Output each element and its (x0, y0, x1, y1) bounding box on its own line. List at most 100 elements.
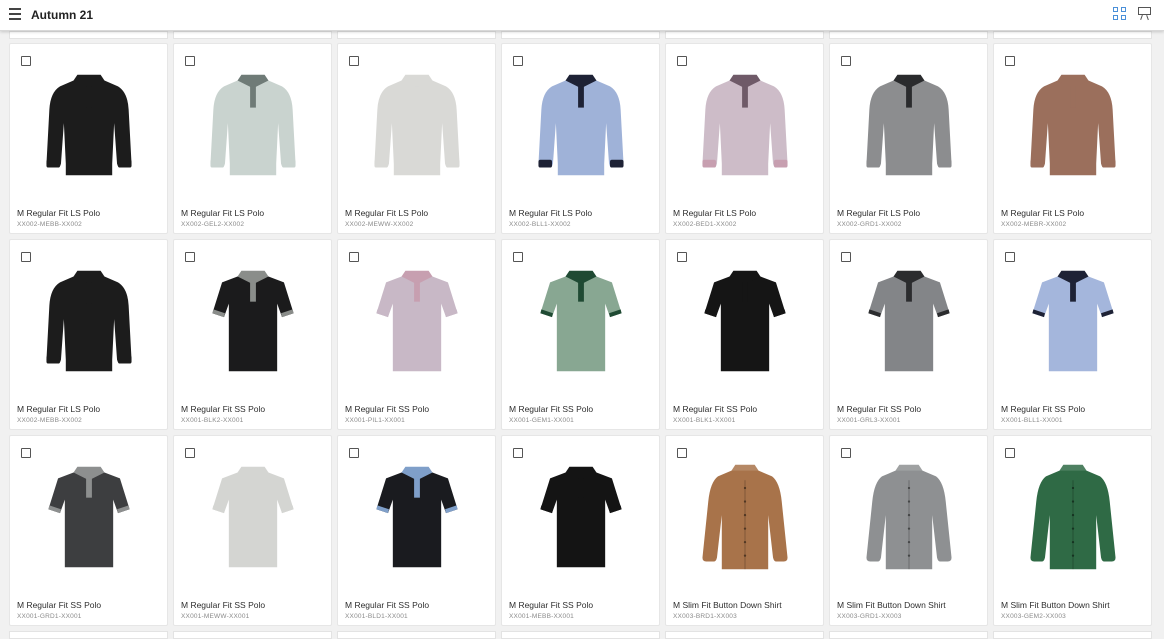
product-card[interactable]: M Regular Fit LS Polo XX002-MEWW-XX002 (337, 43, 496, 234)
select-checkbox[interactable] (1005, 252, 1015, 262)
partial-product-card (501, 631, 660, 639)
product-image[interactable] (359, 66, 475, 184)
product-card[interactable]: M Regular Fit SS Polo XX001-BLL1-XX001 (993, 239, 1152, 430)
product-name: M Regular Fit LS Polo (673, 208, 757, 218)
partial-product-card (829, 631, 988, 639)
product-code: XX002-MEBB-XX002 (17, 221, 82, 228)
product-image[interactable] (31, 262, 147, 380)
product-image[interactable] (851, 262, 967, 380)
product-card[interactable]: M Regular Fit SS Polo XX001-GRD1-XX001 (9, 435, 168, 626)
product-card[interactable]: M Regular Fit SS Polo XX001-BLK1-XX001 (665, 239, 824, 430)
select-checkbox[interactable] (513, 56, 523, 66)
product-name: M Slim Fit Button Down Shirt (1001, 600, 1110, 610)
select-checkbox[interactable] (185, 448, 195, 458)
partial-product-card (829, 31, 988, 39)
product-card[interactable]: M Regular Fit LS Polo XX002-GRD1-XX002 (829, 43, 988, 234)
product-card[interactable]: M Regular Fit SS Polo XX001-GEM1-XX001 (501, 239, 660, 430)
product-card[interactable]: M Slim Fit Button Down Shirt XX003-GEM2-X… (993, 435, 1152, 626)
product-image[interactable] (195, 262, 311, 380)
select-checkbox[interactable] (677, 56, 687, 66)
select-checkbox[interactable] (513, 252, 523, 262)
partial-product-card (9, 631, 168, 639)
product-code: XX003-GRD1-XX003 (837, 613, 902, 620)
select-checkbox[interactable] (185, 56, 195, 66)
product-code: XX002-BED1-XX002 (673, 221, 737, 228)
select-checkbox[interactable] (21, 448, 31, 458)
select-checkbox[interactable] (21, 56, 31, 66)
grid-view-icon[interactable] (1113, 7, 1127, 21)
product-image[interactable] (1015, 458, 1131, 576)
product-name: M Regular Fit SS Polo (345, 404, 430, 414)
select-checkbox[interactable] (1005, 56, 1015, 66)
product-card[interactable]: M Regular Fit SS Polo XX001-PIL1-XX001 (337, 239, 496, 430)
select-checkbox[interactable] (513, 448, 523, 458)
hamburger-menu-icon[interactable] (6, 5, 24, 23)
product-code: XX002-MEBB-XX002 (17, 417, 82, 424)
product-card[interactable]: M Regular Fit LS Polo XX002-MEBR-XX002 (993, 43, 1152, 234)
product-image[interactable] (851, 66, 967, 184)
product-image[interactable] (31, 458, 147, 576)
product-name: M Slim Fit Button Down Shirt (837, 600, 946, 610)
product-card[interactable]: M Regular Fit LS Polo XX002-BED1-XX002 (665, 43, 824, 234)
product-image[interactable] (687, 262, 803, 380)
product-name: M Regular Fit SS Polo (181, 600, 266, 610)
product-code: XX001-MEWW-XX001 (181, 613, 250, 620)
product-name: M Regular Fit SS Polo (509, 600, 594, 610)
select-checkbox[interactable] (21, 252, 31, 262)
select-checkbox[interactable] (841, 252, 851, 262)
product-code: XX002-GRD1-XX002 (837, 221, 902, 228)
select-checkbox[interactable] (841, 56, 851, 66)
product-name: M Regular Fit SS Polo (837, 404, 922, 414)
select-checkbox[interactable] (349, 448, 359, 458)
product-name: M Regular Fit LS Polo (345, 208, 429, 218)
product-card[interactable]: M Slim Fit Button Down Shirt XX003-BRD1-X… (665, 435, 824, 626)
product-code: XX002-GEL2-XX002 (181, 221, 245, 228)
product-code: XX001-GEM1-XX001 (509, 417, 574, 424)
product-code: XX001-GRD1-XX001 (17, 613, 82, 620)
product-code: XX002-MEWW-XX002 (345, 221, 414, 228)
product-image[interactable] (523, 66, 639, 184)
product-name: M Regular Fit SS Polo (1001, 404, 1086, 414)
product-image[interactable] (195, 66, 311, 184)
product-image[interactable] (523, 262, 639, 380)
product-card[interactable]: M Regular Fit LS Polo XX002-MEBB-XX002 (9, 43, 168, 234)
product-image[interactable] (851, 458, 967, 576)
product-code: XX001-GRL3-XX001 (837, 417, 901, 424)
product-image[interactable] (687, 66, 803, 184)
top-bar: Autumn 21 (0, 0, 1164, 31)
product-name: M Regular Fit SS Polo (509, 404, 594, 414)
partial-product-card (993, 31, 1152, 39)
product-image[interactable] (687, 458, 803, 576)
product-card[interactable]: M Regular Fit SS Polo XX001-MEBB-XX001 (501, 435, 660, 626)
select-checkbox[interactable] (677, 448, 687, 458)
product-image[interactable] (195, 458, 311, 576)
product-image[interactable] (359, 458, 475, 576)
product-card[interactable]: M Regular Fit SS Polo XX001-GRL3-XX001 (829, 239, 988, 430)
product-card[interactable]: M Regular Fit SS Polo XX001-BLD1-XX001 (337, 435, 496, 626)
product-name: M Regular Fit LS Polo (181, 208, 265, 218)
product-card[interactable]: M Regular Fit LS Polo XX002-MEBB-XX002 (9, 239, 168, 430)
product-card[interactable]: M Slim Fit Button Down Shirt XX003-GRD1-X… (829, 435, 988, 626)
select-checkbox[interactable] (841, 448, 851, 458)
product-card[interactable]: M Regular Fit LS Polo XX002-GEL2-XX002 (173, 43, 332, 234)
select-checkbox[interactable] (1005, 448, 1015, 458)
product-image[interactable] (1015, 262, 1131, 380)
product-name: M Regular Fit SS Polo (345, 600, 430, 610)
product-card[interactable]: M Regular Fit SS Polo XX001-MEWW-XX001 (173, 435, 332, 626)
product-image[interactable] (31, 66, 147, 184)
select-checkbox[interactable] (349, 252, 359, 262)
product-image[interactable] (359, 262, 475, 380)
product-name: M Regular Fit LS Polo (17, 404, 101, 414)
product-image[interactable] (523, 458, 639, 576)
product-image[interactable] (1015, 66, 1131, 184)
product-card[interactable]: M Regular Fit SS Polo XX001-BLK2-XX001 (173, 239, 332, 430)
select-checkbox[interactable] (185, 252, 195, 262)
select-checkbox[interactable] (677, 252, 687, 262)
presentation-icon[interactable] (1137, 6, 1152, 21)
partial-product-card (665, 31, 824, 39)
product-card[interactable]: M Regular Fit LS Polo XX002-BLL1-XX002 (501, 43, 660, 234)
select-checkbox[interactable] (349, 56, 359, 66)
product-name: M Regular Fit LS Polo (837, 208, 921, 218)
next-row-edge (0, 631, 1164, 639)
product-code: XX001-BLK1-XX001 (673, 417, 736, 424)
